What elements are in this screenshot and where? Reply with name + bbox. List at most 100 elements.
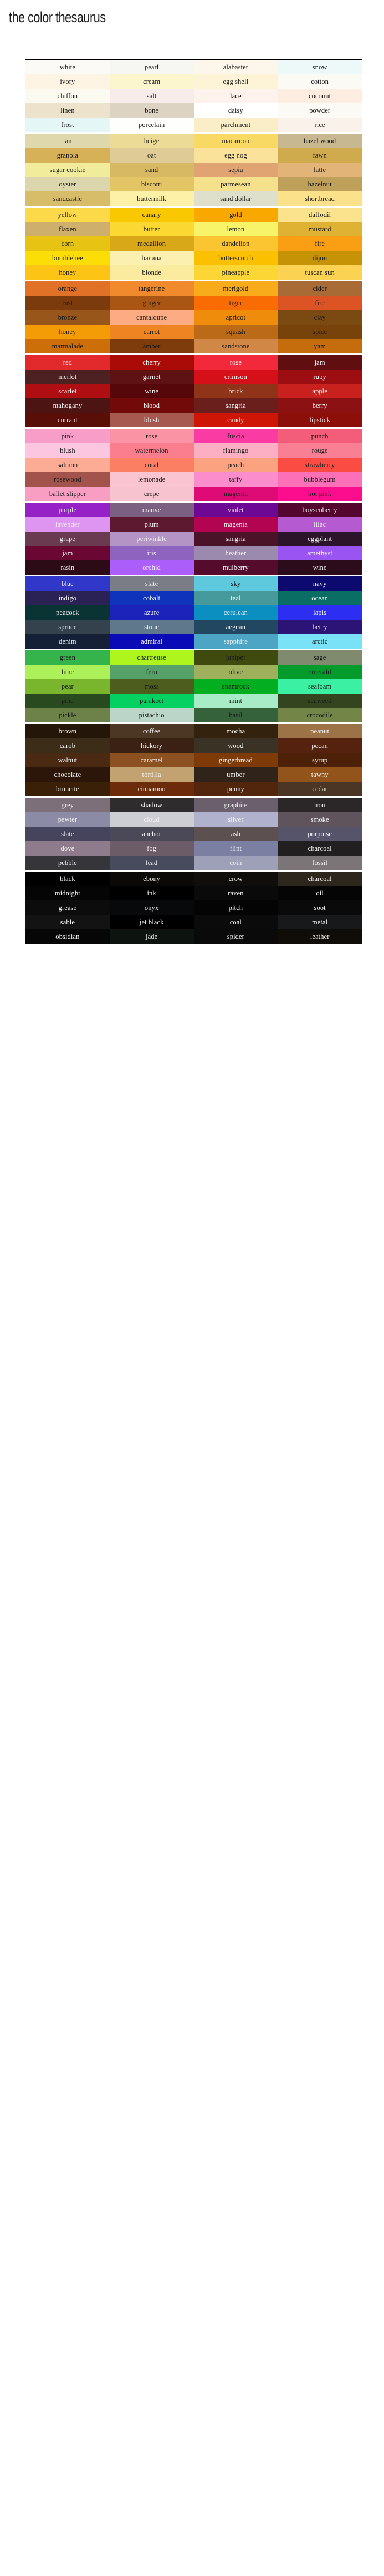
color-swatch[interactable]: egg nog (193, 148, 278, 163)
color-swatch[interactable]: snow (278, 60, 362, 74)
color-swatch[interactable]: dijon (278, 251, 362, 265)
color-swatch[interactable]: fern (109, 665, 194, 679)
color-swatch[interactable]: sage (278, 650, 362, 665)
color-swatch[interactable]: powder (278, 103, 362, 118)
color-swatch[interactable]: grape (25, 532, 110, 546)
color-swatch[interactable]: tiger (193, 296, 278, 310)
color-swatch[interactable]: fuscia (193, 429, 278, 443)
color-swatch[interactable]: flaxen (25, 222, 110, 236)
color-swatch[interactable]: lilac (278, 517, 362, 532)
color-swatch[interactable]: orchid (109, 560, 194, 575)
color-swatch[interactable]: shadow (109, 798, 194, 812)
color-swatch[interactable]: gingerbread (193, 753, 278, 767)
color-swatch[interactable]: lapis (278, 605, 362, 620)
color-swatch[interactable]: seafoam (278, 679, 362, 694)
color-swatch[interactable]: pineapple (193, 265, 278, 280)
color-swatch[interactable]: pecan (278, 738, 362, 753)
color-swatch[interactable]: crow (193, 872, 278, 886)
color-swatch[interactable]: macaroon (193, 134, 278, 148)
color-swatch[interactable]: mahogany (25, 398, 110, 413)
color-swatch[interactable]: admiral (109, 634, 194, 649)
color-swatch[interactable]: parakeet (109, 694, 194, 708)
color-swatch[interactable]: flint (193, 841, 278, 856)
color-swatch[interactable]: porcelain (109, 118, 194, 132)
color-swatch[interactable]: rice (278, 118, 362, 132)
color-swatch[interactable]: ivory (25, 74, 110, 89)
color-swatch[interactable]: indigo (25, 591, 110, 605)
color-swatch[interactable]: green (25, 650, 110, 665)
color-swatch[interactable]: jam (278, 355, 362, 370)
color-swatch[interactable]: aegean (193, 620, 278, 634)
color-swatch[interactable]: raven (193, 886, 278, 900)
color-swatch[interactable]: ash (193, 827, 278, 841)
color-swatch[interactable]: frost (25, 118, 110, 132)
color-swatch[interactable]: eggplant (278, 532, 362, 546)
color-swatch[interactable]: gold (193, 208, 278, 222)
color-swatch[interactable]: cherry (109, 355, 194, 370)
color-swatch[interactable]: spruce (25, 620, 110, 634)
color-swatch[interactable]: apple (278, 384, 362, 398)
color-swatch[interactable]: slate (25, 827, 110, 841)
color-swatch[interactable]: sapphire (193, 634, 278, 649)
color-swatch[interactable]: tangerine (109, 281, 194, 296)
color-swatch[interactable]: rasin (25, 560, 110, 575)
color-swatch[interactable]: stone (109, 620, 194, 634)
color-swatch[interactable]: granola (25, 148, 110, 163)
color-swatch[interactable]: rouge (278, 443, 362, 458)
color-swatch[interactable]: ruby (278, 370, 362, 384)
color-swatch[interactable]: amber (109, 339, 194, 353)
color-swatch[interactable]: hazelnut (278, 177, 362, 191)
color-swatch[interactable]: coin (193, 856, 278, 870)
color-swatch[interactable]: honey (25, 265, 110, 280)
color-swatch[interactable]: pewter (25, 812, 110, 827)
color-swatch[interactable]: clay (278, 310, 362, 325)
color-swatch[interactable]: ballet slipper (25, 487, 110, 501)
color-swatch[interactable]: mustard (278, 222, 362, 236)
color-swatch[interactable]: pink (25, 429, 110, 443)
color-swatch[interactable]: pear (25, 679, 110, 694)
color-swatch[interactable]: merigold (193, 281, 278, 296)
color-swatch[interactable]: tan (25, 134, 110, 148)
color-swatch[interactable]: wine (109, 384, 194, 398)
color-swatch[interactable]: sand dollar (193, 191, 278, 206)
color-swatch[interactable]: lemonade (109, 472, 194, 487)
color-swatch[interactable]: fire (278, 296, 362, 310)
color-swatch[interactable]: hazel wood (278, 134, 362, 148)
color-swatch[interactable]: berry (278, 620, 362, 634)
color-swatch[interactable]: black (25, 872, 110, 886)
color-swatch[interactable]: coconut (278, 89, 362, 103)
color-swatch[interactable]: brick (193, 384, 278, 398)
color-swatch[interactable]: seaweed (278, 694, 362, 708)
color-swatch[interactable]: emerald (278, 665, 362, 679)
color-swatch[interactable]: garnet (109, 370, 194, 384)
color-swatch[interactable]: boysenberry (278, 503, 362, 517)
color-swatch[interactable]: moss (109, 679, 194, 694)
color-swatch[interactable]: blood (109, 398, 194, 413)
color-swatch[interactable]: tuscan sun (278, 265, 362, 280)
color-swatch[interactable]: sandcastle (25, 191, 110, 206)
color-swatch[interactable]: scarlet (25, 384, 110, 398)
color-swatch[interactable]: ink (109, 886, 194, 900)
color-swatch[interactable]: crepe (109, 487, 194, 501)
color-swatch[interactable]: grey (25, 798, 110, 812)
color-swatch[interactable]: lavender (25, 517, 110, 532)
color-swatch[interactable]: crimson (193, 370, 278, 384)
color-swatch[interactable]: flamingo (193, 443, 278, 458)
color-swatch[interactable]: onyx (109, 900, 194, 915)
color-swatch[interactable]: red (25, 355, 110, 370)
color-swatch[interactable]: magenta (193, 487, 278, 501)
color-swatch[interactable]: teal (193, 591, 278, 605)
color-swatch[interactable]: fog (109, 841, 194, 856)
color-swatch[interactable]: rose (109, 429, 194, 443)
color-swatch[interactable]: midnight (25, 886, 110, 900)
color-swatch[interactable]: cider (278, 281, 362, 296)
color-swatch[interactable]: navy (278, 576, 362, 591)
color-swatch[interactable]: beige (109, 134, 194, 148)
color-swatch[interactable]: yellow (25, 208, 110, 222)
color-swatch[interactable]: taffy (193, 472, 278, 487)
color-swatch[interactable]: parmesean (193, 177, 278, 191)
color-swatch[interactable]: biscotti (109, 177, 194, 191)
color-swatch[interactable]: pitch (193, 900, 278, 915)
color-swatch[interactable]: iron (278, 798, 362, 812)
color-swatch[interactable]: rosewood (25, 472, 110, 487)
